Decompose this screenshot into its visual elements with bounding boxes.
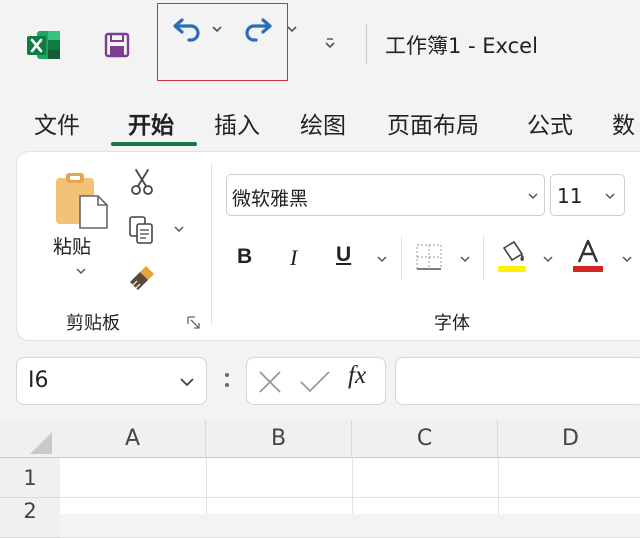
cut-icon[interactable] [128, 168, 156, 196]
column-header-b[interactable]: B [206, 420, 352, 458]
redo-button[interactable] [240, 14, 278, 48]
column-gridline [352, 458, 353, 514]
font-group-label: 字体 [434, 313, 470, 334]
column-header-c[interactable]: C [352, 420, 498, 458]
name-box-dropdown-icon[interactable] [178, 375, 196, 389]
fill-color-dropdown-icon[interactable] [541, 252, 555, 266]
paste-dropdown-icon[interactable] [74, 264, 88, 278]
name-box-value: I6 [28, 368, 49, 393]
font-name-value: 微软雅黑 [232, 188, 309, 210]
excel-logo-icon [27, 30, 61, 60]
font-size-value: 11 [557, 184, 583, 208]
row-header-2[interactable]: 2 [0, 498, 60, 538]
tab-home[interactable]: 开始 [128, 106, 174, 140]
font-name-dropdown-icon[interactable] [526, 189, 540, 203]
formula-input[interactable] [395, 357, 640, 405]
tab-file[interactable]: 文件 [34, 106, 80, 140]
italic-button[interactable]: I [290, 245, 297, 271]
tab-data[interactable]: 数 [612, 106, 635, 140]
font-color-icon[interactable] [570, 238, 606, 274]
copy-icon[interactable] [128, 215, 156, 245]
table-row[interactable] [60, 458, 640, 498]
redo-dropdown-icon[interactable] [284, 20, 300, 38]
column-header-a[interactable]: A [60, 420, 206, 458]
format-painter-icon[interactable] [128, 262, 158, 292]
copy-dropdown-icon[interactable] [172, 222, 186, 236]
tab-page-layout[interactable]: 页面布局 [387, 106, 479, 140]
font-color-dropdown-icon[interactable] [620, 252, 634, 266]
font-size-dropdown-icon[interactable] [603, 189, 617, 203]
column-header-d[interactable]: D [498, 420, 640, 458]
tab-insert[interactable]: 插入 [214, 106, 260, 140]
document-title: 工作簿1 - Excel [385, 34, 538, 58]
enter-checkmark-icon[interactable] [299, 369, 331, 395]
paste-icon[interactable] [54, 170, 110, 230]
column-gridline [206, 458, 207, 514]
fill-color-icon[interactable] [494, 240, 530, 274]
tab-draw[interactable]: 绘图 [300, 106, 346, 140]
toolbar-separator [483, 236, 484, 280]
tab-formulas[interactable]: 公式 [527, 106, 573, 140]
toolbar-separator [401, 236, 402, 280]
row-header-1[interactable]: 1 [0, 458, 60, 498]
cancel-icon[interactable] [257, 369, 283, 395]
table-row[interactable] [60, 498, 640, 538]
insert-function-button[interactable]: fx [348, 362, 366, 390]
formula-bar-grip-icon[interactable] [222, 368, 232, 392]
underline-button[interactable]: U [336, 243, 351, 267]
active-tab-indicator [111, 142, 197, 146]
column-gridline [498, 458, 499, 514]
clipboard-launcher-icon[interactable] [187, 316, 201, 330]
title-separator [366, 24, 367, 64]
undo-dropdown-icon[interactable] [209, 20, 225, 38]
borders-icon[interactable] [415, 243, 443, 271]
group-separator [211, 164, 212, 324]
save-button[interactable] [100, 28, 134, 62]
borders-dropdown-icon[interactable] [458, 252, 472, 266]
paste-label[interactable]: 粘贴 [53, 232, 91, 259]
bold-button[interactable]: B [237, 245, 252, 269]
customize-qat-icon[interactable] [322, 35, 338, 53]
clipboard-group-label: 剪贴板 [66, 313, 120, 334]
undo-button[interactable] [167, 14, 205, 48]
select-all-corner[interactable] [0, 420, 60, 458]
underline-dropdown-icon[interactable] [375, 252, 389, 266]
title-bar [0, 0, 640, 92]
